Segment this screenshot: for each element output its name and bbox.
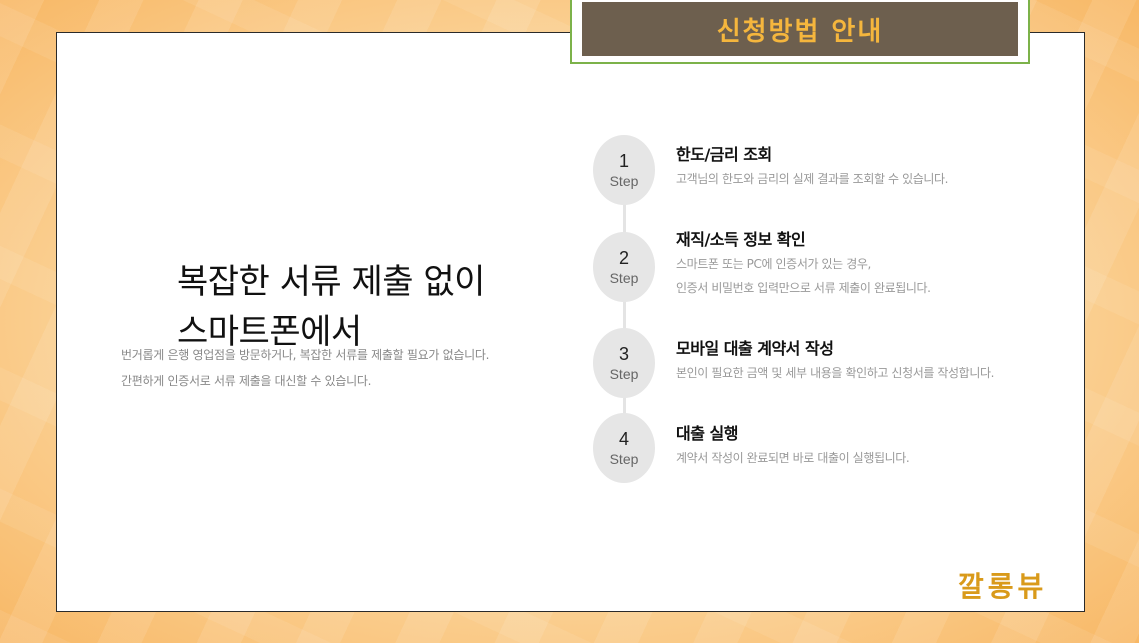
section-banner: 신청방법 안내 [570, 0, 1030, 64]
step-1-badge: 1 Step [593, 135, 655, 205]
banner-title: 신청방법 안내 [716, 16, 884, 47]
step-4-content: 대출 실행 계약서 작성이 완료되면 바로 대출이 실행됩니다. [676, 422, 910, 470]
hero-desc-line2: 간편하게 인증서로 서류 제출을 대신할 수 있습니다. [121, 374, 372, 388]
step-3-badge: 3 Step [593, 328, 655, 398]
step-1-number: 1 [618, 151, 629, 171]
step-3-number: 3 [618, 344, 629, 364]
step-4-number: 4 [618, 429, 629, 449]
step-3-content: 모바일 대출 계약서 작성 본인이 필요한 금액 및 세부 내용을 확인하고 신… [676, 337, 994, 385]
step-3-desc: 본인이 필요한 금액 및 세부 내용을 확인하고 신청서를 작성합니다. [676, 366, 995, 380]
step-2-desc-line2: 인증서 비밀번호 입력만으로 서류 제출이 완료됩니다. [676, 281, 931, 295]
step-2-title: 재직/소득 정보 확인 [676, 230, 806, 249]
step-1-label: Step [609, 173, 639, 189]
banner-inner: 신청방법 안내 [582, 2, 1018, 56]
watermark-logo: 깔롱뷰 [958, 570, 1048, 603]
hero-headline-line1: 복잡한 서류 제출 없이 [177, 262, 485, 302]
step-1-desc: 고객님의 한도와 금리의 실제 결과를 조회할 수 있습니다. [676, 172, 949, 186]
step-2-desc-line1: 스마트폰 또는 PC에 인증서가 있는 경우, [676, 257, 871, 271]
step-2-content: 재직/소득 정보 확인 스마트폰 또는 PC에 인증서가 있는 경우, 인증서 … [676, 228, 931, 300]
step-2-number: 2 [618, 248, 629, 268]
step-3-label: Step [609, 366, 639, 382]
timeline-connector [623, 175, 626, 445]
content-card: 복잡한 서류 제출 없이 스마트폰에서 [56, 32, 1085, 612]
step-2-badge: 2 Step [593, 232, 655, 302]
step-3-title: 모바일 대출 계약서 작성 [676, 339, 834, 358]
step-2-label: Step [609, 270, 639, 286]
hero-description: 번거롭게 은행 영업점을 방문하거나, 복잡한 서류를 제출할 필요가 없습니다… [121, 342, 561, 394]
hero-desc-line1: 번거롭게 은행 영업점을 방문하거나, 복잡한 서류를 제출할 필요가 없습니다… [121, 348, 490, 362]
step-1-title: 한도/금리 조회 [676, 145, 772, 164]
step-4-label: Step [609, 451, 639, 467]
step-4-title: 대출 실행 [676, 424, 738, 443]
step-4-desc: 계약서 작성이 완료되면 바로 대출이 실행됩니다. [676, 451, 910, 465]
step-1-content: 한도/금리 조회 고객님의 한도와 금리의 실제 결과를 조회할 수 있습니다. [676, 143, 948, 191]
step-4-badge: 4 Step [593, 413, 655, 483]
